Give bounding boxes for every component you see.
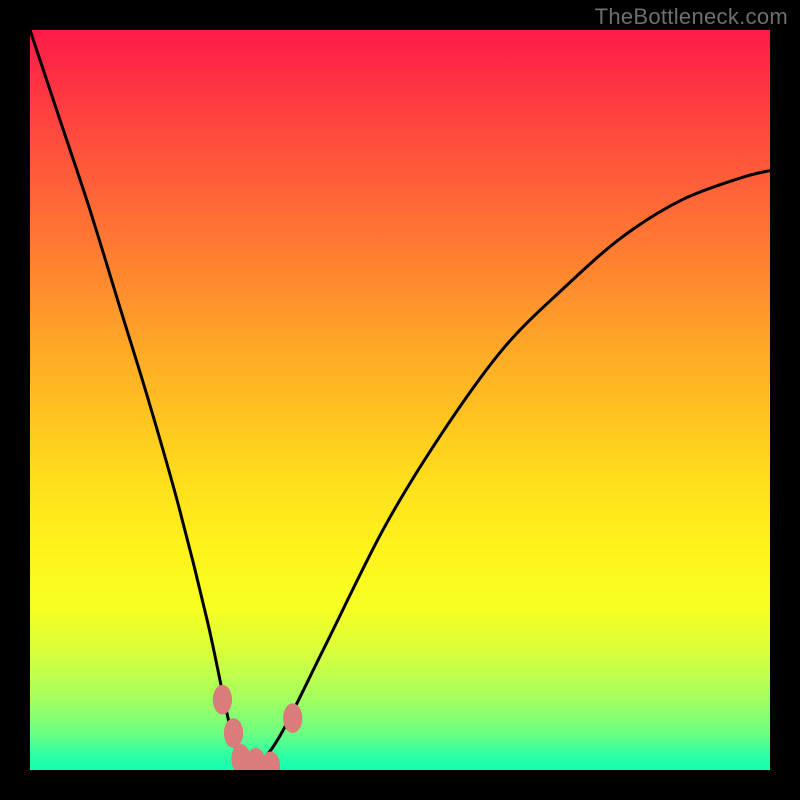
bottleneck-curve	[30, 30, 770, 770]
watermark-text: TheBottleneck.com	[595, 4, 788, 30]
valley-marker-low3	[261, 752, 280, 771]
plot-area	[30, 30, 770, 770]
curve-layer	[30, 30, 770, 770]
valley-marker-mid-high	[224, 718, 243, 748]
valley-markers	[213, 685, 303, 770]
valley-marker-left	[213, 685, 232, 715]
valley-marker-right	[283, 703, 302, 733]
chart-stage: TheBottleneck.com	[0, 0, 800, 800]
